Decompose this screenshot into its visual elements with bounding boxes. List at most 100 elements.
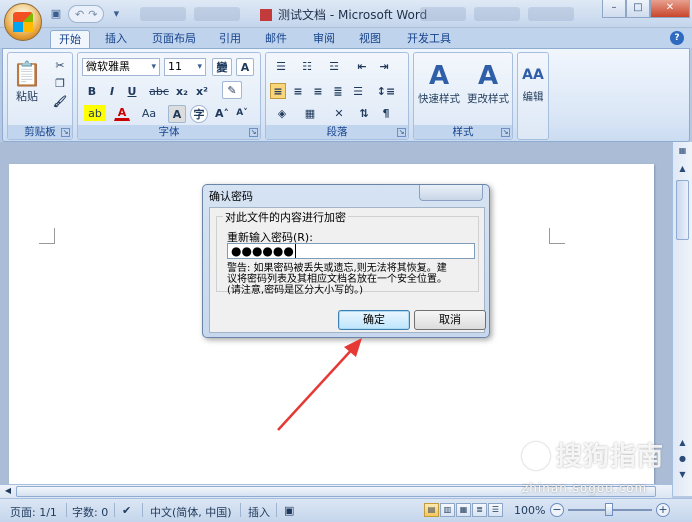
previous-page-icon[interactable]: ▲ xyxy=(673,438,692,452)
change-styles-button[interactable]: A 更改样式 xyxy=(464,55,512,111)
ok-button[interactable]: 确定 xyxy=(338,310,410,330)
ruler-toggle-icon[interactable]: ▦ xyxy=(673,146,692,160)
minimize-button[interactable]: – xyxy=(602,0,626,18)
copy-icon[interactable]: ❐ xyxy=(52,75,68,91)
language-indicator[interactable]: 中文(简体, 中国) xyxy=(150,504,232,520)
editing-button[interactable]: AA 编辑 xyxy=(519,57,547,113)
cut-icon[interactable]: ✂ xyxy=(52,57,68,73)
sort-icon[interactable]: ⇅ xyxy=(356,105,372,121)
align-right-icon[interactable]: ≡ xyxy=(310,83,326,99)
shrink-font-icon[interactable]: A˅ xyxy=(234,105,250,121)
paragraph-group: ☰ ☷ ☲ ⇤ ⇥ ≡ ≡ ≡ ≣ ☰ ↕≡ ◈ ▦ ✕ ⇅ ¶ 段落 ↘ xyxy=(265,52,409,140)
office-button[interactable] xyxy=(4,3,42,41)
margin-corner-mark xyxy=(549,228,565,244)
format-painter-icon[interactable]: 🖌 xyxy=(52,93,68,109)
decrease-indent-icon[interactable]: ⇤ xyxy=(354,58,370,74)
draft-view-icon[interactable]: ☰ xyxy=(488,503,503,517)
page-count[interactable]: 页面: 1/1 xyxy=(10,504,57,520)
paste-button[interactable]: 📋 粘贴 xyxy=(12,55,42,109)
vertical-scroll-thumb[interactable] xyxy=(676,180,689,240)
tab-references[interactable]: 引用 xyxy=(212,30,248,48)
align-center-icon[interactable]: ≡ xyxy=(290,83,306,99)
status-bar: 页面: 1/1 字数: 0 ✔ 中文(简体, 中国) 插入 ▣ ▤ ▥ ▦ ≣ … xyxy=(0,498,692,522)
find-icon: AA xyxy=(522,66,544,83)
proofing-icon[interactable]: ✔ xyxy=(122,504,131,517)
outline-view-icon[interactable]: ≣ xyxy=(472,503,487,517)
subscript-button[interactable]: x₂ xyxy=(174,83,190,99)
document-icon xyxy=(260,9,272,21)
character-border-icon[interactable]: A xyxy=(236,58,254,76)
watermark-url: zhinan.sogou.com xyxy=(522,481,648,495)
title-bar: ▣ ↶ ↷ ▾ 测试文档 - Microsoft Word – □ ✕ xyxy=(0,0,692,28)
bold-button[interactable]: B xyxy=(84,83,100,99)
zoom-level[interactable]: 100% xyxy=(514,504,545,517)
save-icon[interactable]: ▣ xyxy=(48,6,64,22)
select-browse-icon[interactable]: ● xyxy=(673,454,692,468)
underline-button[interactable]: U xyxy=(124,83,140,99)
undo-icon[interactable]: ↶ xyxy=(75,8,84,21)
align-left-icon[interactable]: ≡ xyxy=(270,83,286,99)
clipboard-launcher-icon[interactable]: ↘ xyxy=(61,128,70,137)
line-spacing-icon[interactable]: ↕≡ xyxy=(374,83,398,99)
scroll-left-icon[interactable]: ◀ xyxy=(2,486,14,497)
phonetic-guide-icon[interactable]: 變 xyxy=(212,58,232,76)
help-icon[interactable]: ? xyxy=(670,31,684,45)
strikethrough-button[interactable]: abc xyxy=(148,83,170,99)
font-group-label: 字体 xyxy=(78,125,260,139)
paragraph-launcher-icon[interactable]: ↘ xyxy=(397,128,406,137)
redo-icon[interactable]: ↷ xyxy=(88,8,97,21)
italic-button[interactable]: I xyxy=(104,83,120,99)
vertical-scrollbar[interactable]: ▦ ▲ ▲ ● ▼ xyxy=(672,142,692,496)
distributed-icon[interactable]: ☰ xyxy=(350,83,366,99)
quick-styles-icon: A xyxy=(428,60,450,91)
highlight-button[interactable]: ab xyxy=(84,105,106,121)
quick-styles-button[interactable]: A 快速样式 xyxy=(416,55,462,111)
tab-developer[interactable]: 开发工具 xyxy=(400,30,458,48)
grow-font-icon[interactable]: A˄ xyxy=(214,105,230,121)
change-case-button[interactable]: Aa xyxy=(138,105,160,121)
tab-insert[interactable]: 插入 xyxy=(96,30,136,48)
tab-mailings[interactable]: 邮件 xyxy=(258,30,294,48)
cancel-button[interactable]: 取消 xyxy=(414,310,486,330)
zoom-slider-thumb[interactable] xyxy=(605,503,613,516)
close-button[interactable]: ✕ xyxy=(650,0,690,18)
tab-home[interactable]: 开始 xyxy=(50,30,90,48)
print-layout-view-icon[interactable]: ▤ xyxy=(424,503,439,517)
full-screen-reading-view-icon[interactable]: ▥ xyxy=(440,503,455,517)
font-launcher-icon[interactable]: ↘ xyxy=(249,128,258,137)
insert-mode[interactable]: 插入 xyxy=(248,504,270,520)
password-input[interactable]: ●●●●●● xyxy=(227,243,475,259)
tab-review[interactable]: 审阅 xyxy=(306,30,342,48)
font-color-button[interactable]: A xyxy=(114,105,130,121)
bullets-icon[interactable]: ☰ xyxy=(270,58,292,74)
clear-formatting-icon[interactable]: ✎ xyxy=(222,81,242,99)
undo-redo-group[interactable]: ↶ ↷ xyxy=(68,5,105,23)
enclosed-character-icon[interactable]: 字 xyxy=(190,105,208,123)
next-page-icon[interactable]: ▼ xyxy=(673,470,692,484)
chinese-layout-icon[interactable]: ✕ xyxy=(328,105,350,121)
show-marks-icon[interactable]: ¶ xyxy=(378,105,394,121)
zoom-in-icon[interactable]: + xyxy=(656,503,670,517)
scroll-up-icon[interactable]: ▲ xyxy=(673,164,692,178)
numbering-icon[interactable]: ☷ xyxy=(296,58,318,74)
character-shading-icon[interactable]: A xyxy=(168,105,186,123)
tab-page-layout[interactable]: 页面布局 xyxy=(146,30,202,48)
justify-icon[interactable]: ≣ xyxy=(330,83,346,99)
word-count[interactable]: 字数: 0 xyxy=(72,504,108,520)
maximize-button[interactable]: □ xyxy=(626,0,650,18)
increase-indent-icon[interactable]: ⇥ xyxy=(376,58,392,74)
font-name-select[interactable]: 微软雅黑 xyxy=(82,58,160,76)
web-layout-view-icon[interactable]: ▦ xyxy=(456,503,471,517)
zoom-out-icon[interactable]: − xyxy=(550,503,564,517)
styles-launcher-icon[interactable]: ↘ xyxy=(501,128,510,137)
customize-qat-icon[interactable]: ▾ xyxy=(108,6,124,22)
font-size-select[interactable]: 11 xyxy=(164,58,206,76)
dialog-close-button[interactable] xyxy=(419,185,483,201)
macro-record-icon[interactable]: ▣ xyxy=(284,504,294,517)
styles-group: A 快速样式 A 更改样式 样式 ↘ xyxy=(413,52,513,140)
multilevel-list-icon[interactable]: ☲ xyxy=(322,58,346,74)
tab-view[interactable]: 视图 xyxy=(352,30,388,48)
borders-icon[interactable]: ▦ xyxy=(298,105,322,121)
superscript-button[interactable]: x² xyxy=(194,83,210,99)
shading-icon[interactable]: ◈ xyxy=(270,105,294,121)
